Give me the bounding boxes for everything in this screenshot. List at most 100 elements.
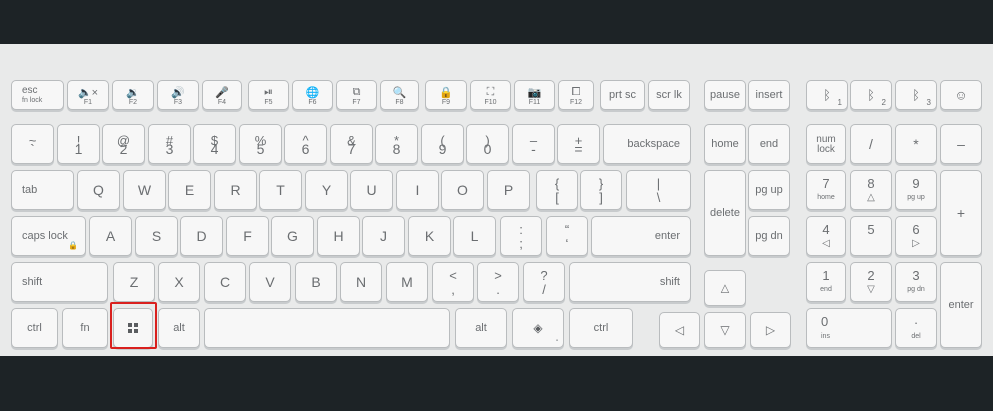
numpad-9-key[interactable]: 9 pg up [895, 170, 937, 210]
arrow-down-key[interactable]: ▽ [704, 312, 746, 348]
period-key[interactable]: > . [477, 262, 519, 302]
key-letter[interactable]: Y [305, 170, 348, 210]
bluetooth-3-key[interactable]: ᛒ 3 [895, 80, 937, 110]
f2-key[interactable]: 🔉 F2 [112, 80, 154, 110]
pause-key[interactable]: pause [704, 80, 746, 110]
key-letter[interactable]: B [295, 262, 337, 302]
key-letter[interactable]: U [350, 170, 393, 210]
key-letter[interactable]: T [259, 170, 302, 210]
key-letter[interactable]: A [89, 216, 132, 256]
key-letter[interactable]: M [386, 262, 428, 302]
key-letter[interactable]: N [340, 262, 382, 302]
caps-lock-key[interactable]: caps lock 🔒 [11, 216, 86, 256]
key-8[interactable]: * 8 [375, 124, 418, 164]
f9-key[interactable]: 🔒 F9 [425, 80, 467, 110]
key-letter[interactable]: V [249, 262, 291, 302]
f6-key[interactable]: 🌐 F6 [292, 80, 333, 110]
key-letter[interactable]: W [123, 170, 166, 210]
key-0[interactable]: ) 0 [466, 124, 509, 164]
f8-key[interactable]: 🔍 F8 [380, 80, 419, 110]
right-shift-key[interactable]: shift [569, 262, 691, 302]
numpad-decimal-key[interactable]: . del [895, 308, 937, 348]
key-letter[interactable]: P [487, 170, 530, 210]
key-backtick[interactable]: ~ ` [11, 124, 54, 164]
numpad-plus-key[interactable]: + [940, 170, 982, 256]
emoji-key[interactable]: ☺ [940, 80, 982, 110]
key-letter[interactable]: E [168, 170, 211, 210]
arrow-right-key[interactable]: ▷ [750, 312, 791, 348]
numpad-minus-key[interactable]: – [940, 124, 982, 164]
numpad-0-key[interactable]: 0 ins [806, 308, 892, 348]
key-9[interactable]: (9 [421, 124, 464, 164]
semicolon-key[interactable]: : ; [500, 216, 542, 256]
f5-key[interactable]: ⏯ F5 [248, 80, 289, 110]
scr-lk-key[interactable]: scr lk [648, 80, 690, 110]
key-minus[interactable]: – - [512, 124, 555, 164]
key-letter[interactable]: L [453, 216, 496, 256]
numpad-8-key[interactable]: 8 △ [850, 170, 892, 210]
fn-key[interactable]: fn [62, 308, 108, 348]
delete-key[interactable]: delete [704, 170, 746, 256]
numpad-2-key[interactable]: 2 ▽ [850, 262, 892, 302]
arrow-left-key[interactable]: ◁ [659, 312, 700, 348]
key-equals[interactable]: + = [557, 124, 600, 164]
numpad-5-key[interactable]: 5 [850, 216, 892, 256]
key-letter[interactable]: Q [77, 170, 120, 210]
bluetooth-2-key[interactable]: ᛒ 2 [850, 80, 892, 110]
slash-key[interactable]: ? / [523, 262, 565, 302]
key-letter[interactable]: O [441, 170, 484, 210]
left-bracket-key[interactable]: { [ [536, 170, 578, 210]
f1-key[interactable]: 🔈× F1 [67, 80, 109, 110]
backslash-key[interactable]: | \ [626, 170, 691, 210]
arrow-up-key[interactable]: △ [704, 270, 746, 306]
key-letter[interactable]: G [271, 216, 314, 256]
key-letter[interactable]: F [226, 216, 269, 256]
key-6[interactable]: ^ 6 [284, 124, 327, 164]
key-5[interactable]: % 5 [239, 124, 282, 164]
key-7[interactable]: & 7 [330, 124, 373, 164]
key-letter[interactable]: H [317, 216, 360, 256]
copilot-key[interactable]: ◈ ▪ [512, 308, 564, 348]
key-letter[interactable]: I [396, 170, 439, 210]
f12-key[interactable]: ⧠ F12 [558, 80, 594, 110]
key-letter[interactable]: C [204, 262, 246, 302]
pg-dn-key[interactable]: pg dn [748, 216, 790, 256]
left-alt-key[interactable]: alt [158, 308, 200, 348]
backspace-key[interactable]: backspace [603, 124, 691, 164]
key-1[interactable]: ! 1 [57, 124, 100, 164]
end-key[interactable]: end [748, 124, 790, 164]
home-key[interactable]: home [704, 124, 746, 164]
f11-key[interactable]: 📷 F11 [514, 80, 555, 110]
key-letter[interactable]: D [180, 216, 223, 256]
key-letter[interactable]: R [214, 170, 257, 210]
numpad-multiply-key[interactable]: * [895, 124, 937, 164]
right-ctrl-key[interactable]: ctrl [569, 308, 633, 348]
numpad-enter-key[interactable]: enter [940, 262, 982, 348]
pg-up-key[interactable]: pg up [748, 170, 790, 210]
prt-sc-key[interactable]: prt sc [600, 80, 645, 110]
numpad-7-key[interactable]: 7 home [806, 170, 846, 210]
key-2[interactable]: @2 [102, 124, 145, 164]
key-letter[interactable]: K [408, 216, 451, 256]
f4-key[interactable]: 🎤 F4 [202, 80, 242, 110]
numpad-3-key[interactable]: 3 pg dn [895, 262, 937, 302]
comma-key[interactable]: < , [432, 262, 474, 302]
right-alt-key[interactable]: alt [455, 308, 507, 348]
key-letter[interactable]: J [362, 216, 405, 256]
numpad-6-key[interactable]: 6 ▷ [895, 216, 937, 256]
left-ctrl-key[interactable]: ctrl [11, 308, 58, 348]
left-shift-key[interactable]: shift [11, 262, 108, 302]
quote-key[interactable]: “ ‘ [546, 216, 588, 256]
tab-key[interactable]: tab [11, 170, 74, 210]
num-lock-key[interactable]: num lock [806, 124, 846, 164]
right-bracket-key[interactable]: } ] [580, 170, 622, 210]
numpad-1-key[interactable]: 1 end [806, 262, 846, 302]
f10-key[interactable]: ⛶ F10 [470, 80, 511, 110]
numpad-divide-key[interactable]: / [850, 124, 892, 164]
key-3[interactable]: #3 [148, 124, 191, 164]
key-letter[interactable]: X [158, 262, 200, 302]
f3-key[interactable]: 🔊 F3 [157, 80, 199, 110]
numpad-4-key[interactable]: 4 ◁ [806, 216, 846, 256]
insert-key[interactable]: insert [748, 80, 790, 110]
enter-key[interactable]: enter [591, 216, 691, 256]
